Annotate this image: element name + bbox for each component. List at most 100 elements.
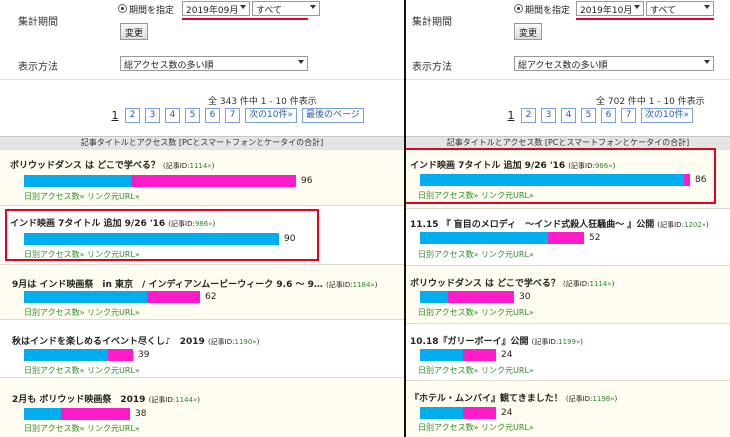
article-title[interactable]: ボリウッドダンス は どこで学べる？ (記事ID:1114»)	[10, 158, 400, 171]
access-bar: 52	[420, 232, 614, 244]
article-id-prefix: (記事ID:	[207, 338, 235, 346]
period-radio[interactable]	[514, 4, 523, 13]
article-id-suffix: )	[197, 396, 200, 404]
article-id: (記事ID:1144»)	[149, 396, 200, 404]
article-title[interactable]: 11.15 『 盲目のメロディ ～インド式殺人狂騒曲～ 』公開 (記事ID:12…	[410, 217, 728, 230]
sort-select[interactable]: 総アクセス数の多い順	[120, 56, 308, 71]
list-item: 秋はインドを楽しめるイベント尽くし♪ 2019 (記事ID:1190») 39 …	[0, 320, 404, 378]
month-select[interactable]: 2019年09月	[182, 1, 250, 16]
article-links[interactable]: 日別アクセス数» リンク元URL»	[418, 422, 534, 433]
page-link[interactable]: 4	[165, 108, 180, 123]
page-link[interactable]: 3	[145, 108, 160, 123]
access-count: 30	[519, 292, 531, 302]
article-title[interactable]: 『ホテル・ムンバイ』観てきました！ (記事ID:1198»)	[410, 391, 728, 404]
article-links[interactable]: 日別アクセス数» リンク元URL»	[24, 365, 140, 376]
last-page-link[interactable]: 最後のページ	[301, 108, 364, 123]
smartphone-access-segment	[448, 291, 514, 303]
article-id-link[interactable]: 1114»	[190, 162, 212, 170]
article-id-suffix: )	[211, 162, 215, 170]
month-select-value: 2019年09月	[186, 6, 239, 16]
red-underline-annotation	[576, 18, 714, 20]
next-page-link[interactable]: 次の10件»	[641, 108, 693, 123]
pc-access-segment	[420, 407, 463, 419]
article-links[interactable]: 日別アクセス数» リンク元URL»	[418, 365, 534, 376]
article-id-suffix: )	[706, 221, 709, 229]
page-link[interactable]: 7	[621, 108, 636, 123]
article-title[interactable]: 2月も ボリウッド映画祭 2019 (記事ID:1144»)	[12, 392, 402, 405]
page-link[interactable]: 6	[205, 108, 220, 123]
access-count: 52	[589, 233, 601, 243]
page-link[interactable]: 4	[561, 108, 576, 123]
red-highlight-box	[5, 209, 319, 261]
scope-select[interactable]: すべて	[646, 1, 714, 16]
page-link[interactable]: 6	[601, 108, 616, 123]
article-id-link[interactable]: 1190»	[234, 338, 256, 346]
next-page-link[interactable]: 次の10件»	[245, 108, 297, 123]
period-row: 集計期間 期間を指定 2019年10月 すべて 変更	[406, 0, 730, 51]
chevron-down-icon	[298, 60, 304, 64]
article-title[interactable]: ボリウッドダンス は どこで学べる？ (記事ID:1114»)	[410, 276, 728, 289]
table-header: 記事タイトルとアクセス数 [PCとスマートフォンとケータイの合計]	[0, 136, 404, 151]
page-link[interactable]: 7	[225, 108, 240, 123]
article-title[interactable]: 9月は インド映画祭 in 東京 / インディアンムービーウィーク 9.6 ～ …	[12, 277, 402, 290]
article-id-link[interactable]: 1184»	[353, 281, 375, 289]
sort-select[interactable]: 総アクセス数の多い順	[514, 56, 714, 71]
chevron-down-icon	[704, 5, 710, 9]
article-links[interactable]: 日別アクセス数» リンク元URL»	[418, 249, 534, 260]
article-id-suffix: )	[614, 395, 618, 403]
article-id-prefix: (記事ID:	[562, 280, 590, 288]
access-bar: 24	[420, 407, 526, 419]
article-title-text: 秋はインドを楽しめるイベント尽くし♪ 2019	[12, 337, 205, 347]
chevron-down-icon	[704, 60, 710, 64]
result-summary: 全 702 件中 1 - 10 件表示	[596, 97, 705, 107]
access-bar: 24	[420, 349, 526, 361]
period-radio[interactable]	[118, 4, 127, 13]
smartphone-access-segment	[108, 349, 133, 361]
access-count: 39	[138, 350, 150, 360]
page-link[interactable]: 3	[541, 108, 556, 123]
article-id-prefix: (記事ID:	[162, 162, 190, 170]
article-id-link[interactable]: 1202»	[684, 221, 706, 229]
smartphone-access-segment	[61, 408, 130, 420]
page-link[interactable]: 2	[125, 108, 140, 123]
article-links[interactable]: 日別アクセス数» リンク元URL»	[24, 423, 140, 434]
article-links[interactable]: 日別アクセス数» リンク元URL»	[24, 191, 140, 202]
page-link[interactable]: 5	[185, 108, 200, 123]
access-bar: 96	[24, 175, 326, 187]
pagination: 1 2 3 4 5 6 7 次の10件»	[506, 108, 693, 123]
list-item: ボリウッドダンス は どこで学べる？ (記事ID:1114») 96 日別アクセ…	[0, 150, 404, 206]
article-id-link[interactable]: 1198»	[592, 395, 614, 403]
article-id-link[interactable]: 1114»	[590, 280, 612, 288]
article-id-prefix: (記事ID:	[326, 281, 353, 289]
article-id-link[interactable]: 1144»	[175, 396, 197, 404]
list-item: 2月も ボリウッド映画祭 2019 (記事ID:1144») 38 日別アクセス…	[0, 378, 404, 437]
scope-select-value: すべて	[650, 6, 677, 16]
article-links[interactable]: 日別アクセス数» リンク元URL»	[418, 307, 534, 318]
page-current: 1	[111, 109, 119, 122]
month-select[interactable]: 2019年10月	[576, 1, 644, 16]
page-link[interactable]: 5	[581, 108, 596, 123]
change-button[interactable]: 変更	[120, 23, 149, 40]
article-links[interactable]: 日別アクセス数» リンク元URL»	[24, 307, 140, 318]
chevron-down-icon	[240, 5, 246, 9]
article-id-link[interactable]: 1199»	[558, 338, 580, 346]
article-title[interactable]: 10.18『ガリーボーイ』公開 (記事ID:1199»)	[410, 334, 728, 347]
page-link[interactable]: 2	[521, 108, 536, 123]
smartphone-access-segment	[548, 232, 584, 244]
article-title[interactable]: 秋はインドを楽しめるイベント尽くし♪ 2019 (記事ID:1190»)	[12, 334, 402, 347]
pc-access-segment	[24, 349, 108, 361]
period-radio-label: 期間を指定	[129, 6, 175, 16]
pc-access-segment	[420, 291, 448, 303]
article-id-suffix: )	[580, 338, 583, 346]
article-id-prefix: (記事ID:	[657, 221, 684, 229]
change-button[interactable]: 変更	[514, 23, 543, 40]
scope-select[interactable]: すべて	[252, 1, 320, 16]
access-count: 38	[135, 409, 147, 419]
result-summary: 全 343 件中 1 - 10 件表示	[208, 97, 317, 107]
article-title-text: 11.15 『 盲目のメロディ ～インド式殺人狂騒曲～ 』公開	[410, 220, 655, 230]
article-id: (記事ID:1198»)	[566, 395, 617, 403]
list-item: 11.15 『 盲目のメロディ ～インド式殺人狂騒曲～ 』公開 (記事ID:12…	[406, 209, 730, 266]
access-bar: 39	[24, 349, 163, 361]
article-id: (記事ID:1184»)	[326, 281, 377, 289]
access-bar: 62	[24, 291, 230, 303]
